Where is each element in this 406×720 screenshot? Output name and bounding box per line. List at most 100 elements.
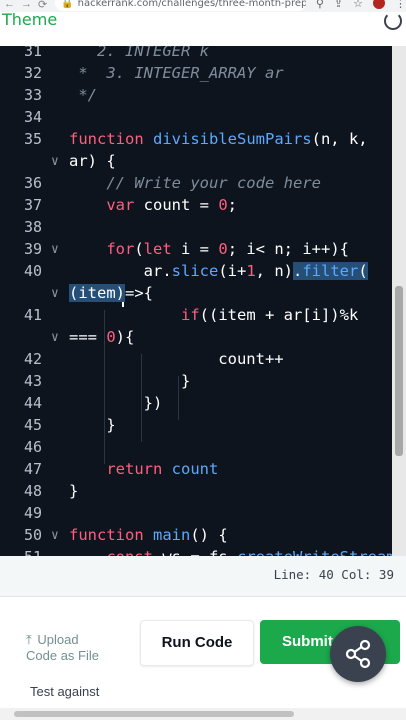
code-line[interactable]: 40 ar.slice(i+1, n).filter( — [0, 260, 392, 282]
address-bar[interactable]: 🔒 hackerrank.com/challenges/three-month-… — [55, 0, 306, 11]
code-line[interactable]: 51 const ws = fs.createWriteStream — [0, 546, 392, 556]
line-number: 35 — [23, 130, 42, 148]
share-page-icon[interactable]: ⇪ — [334, 0, 343, 10]
upload-label-line2: Code as File — [26, 648, 99, 663]
address-url: hackerrank.com/challenges/three-month-pr… — [77, 0, 306, 9]
cursor-position: Line: 40 Col: 39 — [273, 567, 394, 582]
code-editor[interactable]: 31 2. INTEGER k 32 * 3. INTEGER_ARRAY ar 3… — [0, 46, 392, 556]
code-line[interactable]: 44 }) — [0, 392, 392, 414]
line-number: 33 — [23, 86, 42, 104]
code-line[interactable]: 42 count++ — [0, 348, 392, 370]
line-number: 44 — [23, 394, 42, 412]
line-number: 43 — [23, 372, 42, 390]
upload-label-line1: Upload — [37, 632, 79, 647]
code-line[interactable]: 45 } — [0, 414, 392, 436]
code-line[interactable]: 37 var count = 0; — [0, 194, 392, 216]
line-number: 38 — [23, 218, 42, 236]
code-text: function main() { — [69, 526, 228, 544]
fold-chevron-icon[interactable]: ∨ — [51, 239, 59, 261]
line-number: 50 — [23, 526, 42, 544]
code-text: * 3. INTEGER_ARRAY ar — [69, 64, 284, 82]
code-line[interactable]: 47 return count — [0, 458, 392, 480]
code-line[interactable]: 33 */ — [0, 84, 392, 106]
code-text: } — [69, 416, 116, 434]
code-line[interactable]: ∨ ar) { — [0, 150, 392, 172]
reload-icon[interactable]: ⟳ — [38, 0, 47, 11]
run-code-button[interactable]: Run Code — [140, 620, 254, 666]
code-line[interactable]: 43 } — [0, 370, 392, 392]
editor-scrollbar[interactable] — [392, 46, 406, 556]
code-line[interactable]: 39 ∨ for(let i = 0; i< n; i++){ — [0, 238, 392, 260]
code-line[interactable]: 46 — [0, 436, 392, 458]
line-number: 48 — [23, 482, 42, 500]
page-scrollbar-thumb[interactable] — [14, 711, 294, 717]
code-line[interactable]: 49 — [0, 502, 392, 524]
code-text: }) — [69, 394, 163, 412]
restore-icon[interactable] — [384, 12, 402, 30]
line-number: 41 — [23, 306, 42, 324]
share-fab[interactable] — [330, 626, 386, 682]
code-text: const ws = fs.createWriteStream — [69, 546, 392, 556]
profile-avatar[interactable] — [373, 0, 385, 9]
fold-chevron-icon[interactable]: ∨ — [51, 151, 59, 173]
code-text: count++ — [69, 350, 284, 368]
code-line[interactable]: 36 // Write your code here — [0, 172, 392, 194]
line-number: 46 — [23, 438, 42, 456]
star-icon[interactable]: ☆ — [353, 0, 363, 10]
fold-chevron-icon[interactable]: ∨ — [51, 525, 59, 547]
code-text: for(let i = 0; i< n; i++){ — [106, 240, 350, 258]
editor-scrollbar-thumb[interactable] — [395, 286, 403, 456]
code-line[interactable]: 38 — [0, 216, 392, 238]
upload-icon: ⤒ — [26, 632, 32, 647]
editor-header: Theme — [0, 10, 406, 48]
fold-chevron-icon[interactable]: ∨ — [51, 283, 59, 305]
forward-arrow-icon[interactable]: → — [21, 0, 32, 11]
share-icon — [345, 639, 371, 669]
line-number: 49 — [23, 504, 42, 522]
code-text: ar) { — [69, 152, 116, 170]
lock-icon: 🔒 — [61, 0, 74, 9]
line-number: 47 — [23, 460, 42, 478]
browser-nav: ← → ⟳ — [0, 0, 47, 11]
line-number: 40 — [23, 262, 42, 280]
line-number: 39 — [23, 240, 42, 258]
code-line[interactable]: ∨ === 0){ — [0, 326, 392, 348]
code-line[interactable]: 35 function divisibleSumPairs(n, k, — [0, 128, 392, 150]
code-text: === 0){ — [69, 328, 135, 346]
search-icon[interactable]: ⚲ — [316, 0, 324, 10]
code-text: ar.slice(i+1, n).filter( — [69, 262, 368, 280]
line-number: 34 — [23, 108, 42, 126]
code-text: function divisibleSumPairs(n, k, — [69, 130, 368, 148]
code-line[interactable]: 50 ∨ function main() { — [0, 524, 392, 546]
code-line[interactable]: 31 2. INTEGER k — [0, 46, 392, 62]
line-number: 31 — [23, 46, 42, 60]
code-line[interactable]: 32 * 3. INTEGER_ARRAY ar — [0, 62, 392, 84]
line-number: 37 — [23, 196, 42, 214]
code-text: if((item + ar[i])%k — [180, 306, 359, 324]
editor-status-bar: Line: 40 Col: 39 — [0, 556, 406, 597]
back-arrow-icon[interactable]: ← — [4, 0, 15, 11]
code-text: } — [69, 372, 191, 390]
browser-tools: ⚲ ⇪ ☆ ⋮ — [316, 0, 406, 10]
test-against-label[interactable]: Test against — [30, 684, 99, 699]
menu-icon[interactable]: ⋮ — [395, 0, 406, 10]
code-line[interactable]: ∨ (item)=>{ — [0, 282, 392, 304]
code-text: } — [69, 482, 79, 500]
code-text: 2. INTEGER k — [69, 46, 209, 60]
code-line[interactable]: 34 — [0, 106, 392, 128]
line-number: 42 — [23, 350, 42, 368]
code-line[interactable]: 48} — [0, 480, 392, 502]
code-text: return count — [106, 460, 219, 478]
upload-code-button[interactable]: ⤒ Upload Code as File — [26, 632, 99, 664]
line-number: 36 — [23, 174, 42, 192]
line-number: 32 — [23, 64, 42, 82]
code-text: (item)=>{ — [69, 284, 153, 302]
code-text: var count = 0; — [106, 196, 238, 214]
fold-chevron-icon[interactable]: ∨ — [51, 327, 59, 349]
code-text: // Write your code here — [106, 174, 321, 192]
code-text: */ — [69, 86, 97, 104]
line-number: 51 — [0, 546, 42, 556]
theme-selector[interactable]: Theme — [2, 10, 57, 29]
page-horizontal-scrollbar[interactable] — [0, 708, 406, 720]
code-line[interactable]: 41 if((item + ar[i])%k — [0, 304, 392, 326]
